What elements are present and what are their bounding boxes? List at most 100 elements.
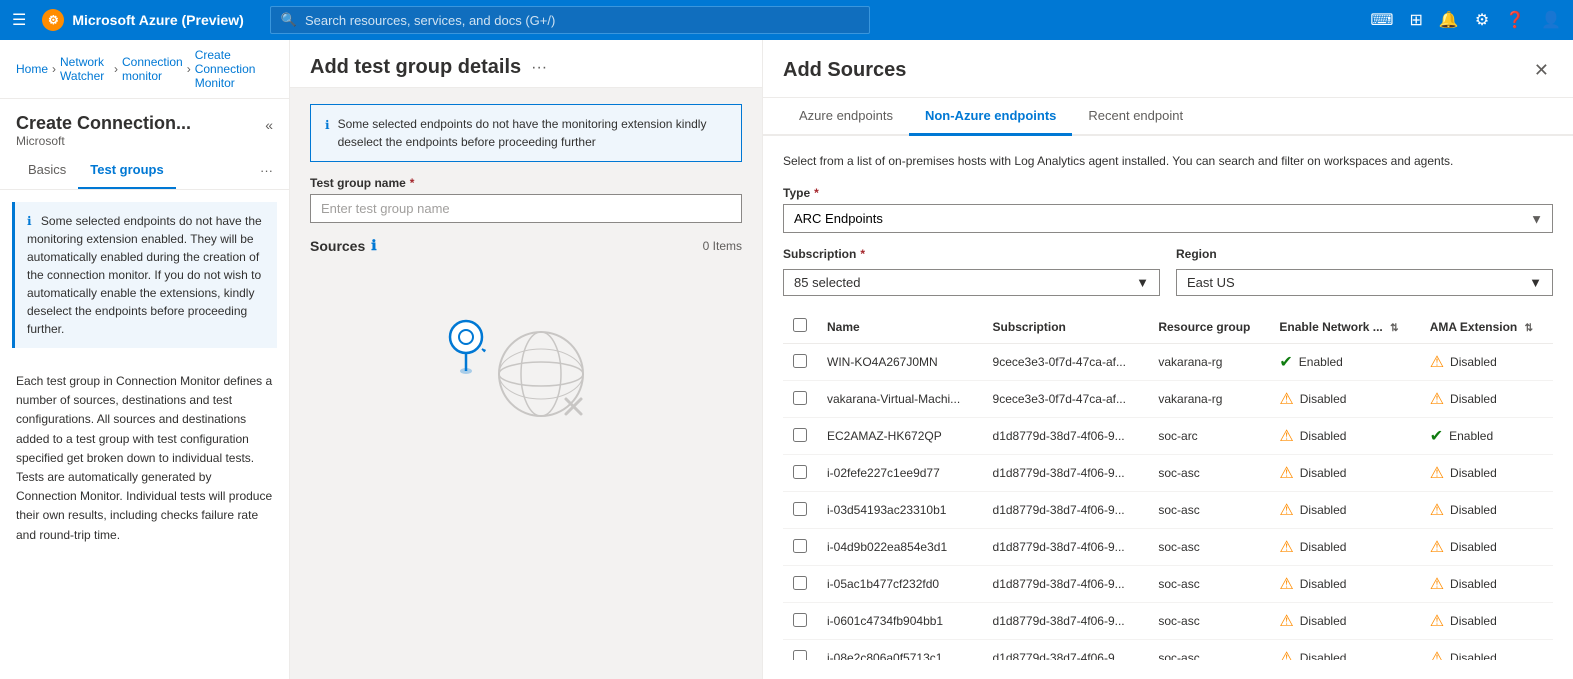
sidebar-title: Create Connection... bbox=[16, 113, 191, 134]
tab-recent-endpoint[interactable]: Recent endpoint bbox=[1072, 98, 1199, 136]
row-checkbox-cell bbox=[783, 344, 817, 381]
center-header: Add test group details ··· bbox=[290, 40, 762, 88]
help-icon[interactable]: ❓ bbox=[1505, 10, 1525, 30]
row-checkbox-cell bbox=[783, 418, 817, 455]
tab-basics[interactable]: Basics bbox=[16, 152, 78, 189]
test-group-input[interactable] bbox=[310, 194, 742, 223]
sidebar-description: Each test group in Connection Monitor de… bbox=[0, 360, 289, 557]
enable-network-sort[interactable]: ⇅ bbox=[1390, 323, 1398, 334]
add-sources-panel: Add Sources ✕ Azure endpoints Non-Azure … bbox=[763, 40, 1573, 679]
subscription-select[interactable]: 85 selected ▼ bbox=[783, 269, 1160, 296]
test-group-name-field: Test group name * bbox=[310, 176, 742, 223]
center-content: ℹ Some selected endpoints do not have th… bbox=[290, 88, 762, 679]
row-ama: ⚠ Disabled bbox=[1420, 529, 1553, 566]
app-body: Home › Network Watcher › Connection moni… bbox=[0, 40, 1573, 679]
center-more-icon[interactable]: ··· bbox=[531, 59, 547, 77]
breadcrumb-connection-monitor[interactable]: Connection monitor bbox=[122, 55, 183, 83]
row-ama: ⚠ Disabled bbox=[1420, 344, 1553, 381]
location-pin-icon bbox=[446, 319, 486, 374]
row-ama: ⚠ Disabled bbox=[1420, 640, 1553, 661]
row-name: i-02fefe227c1ee9d77 bbox=[817, 455, 983, 492]
table-row: i-05ac1b477cf232fd0 d1d8779d-38d7-4f06-9… bbox=[783, 566, 1553, 603]
region-select[interactable]: East US ▼ bbox=[1176, 269, 1553, 296]
ama-check-icon: ✔ bbox=[1430, 426, 1443, 446]
panel-header: Add Sources ✕ bbox=[763, 40, 1573, 98]
row-resource-group: soc-asc bbox=[1148, 640, 1269, 661]
row-name: vakarana-Virtual-Machi... bbox=[817, 381, 983, 418]
enable-warn-icon: ⚠ bbox=[1279, 463, 1293, 483]
endpoints-table: Name Subscription Resource group Enable … bbox=[783, 310, 1553, 660]
row-name: EC2AMAZ-HK672QP bbox=[817, 418, 983, 455]
cloud-shell-icon[interactable]: ⌨ bbox=[1370, 10, 1393, 30]
collapse-icon[interactable]: « bbox=[265, 117, 273, 133]
row-checkbox[interactable] bbox=[793, 576, 807, 590]
center-title: Add test group details bbox=[310, 56, 521, 79]
panel-title: Add Sources bbox=[783, 59, 906, 82]
row-checkbox-cell bbox=[783, 603, 817, 640]
search-placeholder: Search resources, services, and docs (G+… bbox=[305, 13, 555, 28]
row-resource-group: soc-asc bbox=[1148, 529, 1269, 566]
row-checkbox[interactable] bbox=[793, 428, 807, 442]
row-checkbox[interactable] bbox=[793, 650, 807, 661]
type-select[interactable]: ARC Endpoints bbox=[783, 204, 1553, 233]
row-checkbox[interactable] bbox=[793, 539, 807, 553]
row-checkbox[interactable] bbox=[793, 391, 807, 405]
row-ama: ⚠ Disabled bbox=[1420, 492, 1553, 529]
panel-body: Select from a list of on-premises hosts … bbox=[763, 136, 1573, 679]
settings-icon[interactable]: ⚙ bbox=[1475, 10, 1489, 30]
type-select-wrapper: ARC Endpoints ▼ bbox=[783, 204, 1553, 233]
row-checkbox-cell bbox=[783, 529, 817, 566]
breadcrumb-home[interactable]: Home bbox=[16, 62, 48, 76]
row-subscription: 9cece3e3-0f7d-47ca-af... bbox=[983, 381, 1149, 418]
sidebar-subtitle: Microsoft bbox=[16, 134, 191, 148]
tab-non-azure-endpoints[interactable]: Non-Azure endpoints bbox=[909, 98, 1072, 136]
sidebar-nav-tabs: Basics Test groups ··· bbox=[0, 152, 289, 190]
row-subscription: d1d8779d-38d7-4f06-9... bbox=[983, 529, 1149, 566]
col-ama-extension: AMA Extension ⇅ bbox=[1420, 310, 1553, 344]
select-all-header bbox=[783, 310, 817, 344]
row-resource-group: soc-asc bbox=[1148, 603, 1269, 640]
row-resource-group: vakarana-rg bbox=[1148, 381, 1269, 418]
sidebar-header: Create Connection... Microsoft « bbox=[0, 99, 289, 152]
sources-empty-state bbox=[310, 264, 742, 474]
row-checkbox[interactable] bbox=[793, 613, 807, 627]
row-name: i-03d54193ac23310b1 bbox=[817, 492, 983, 529]
notifications-icon[interactable]: 🔔 bbox=[1439, 10, 1459, 30]
row-checkbox[interactable] bbox=[793, 465, 807, 479]
sources-title: Sources ℹ bbox=[310, 237, 377, 254]
row-subscription: d1d8779d-38d7-4f06-9... bbox=[983, 566, 1149, 603]
user-icon[interactable]: 👤 bbox=[1541, 10, 1561, 30]
row-ama: ⚠ Disabled bbox=[1420, 381, 1553, 418]
table-body: WIN-KO4A267J0MN 9cece3e3-0f7d-47ca-af...… bbox=[783, 344, 1553, 661]
subscription-value: 85 selected bbox=[794, 275, 861, 290]
search-bar[interactable]: 🔍 Search resources, services, and docs (… bbox=[270, 6, 870, 34]
row-resource-group: soc-arc bbox=[1148, 418, 1269, 455]
sources-info-icon[interactable]: ℹ bbox=[371, 237, 376, 254]
more-options-icon[interactable]: ··· bbox=[260, 152, 273, 189]
row-enable-network: ⚠ Disabled bbox=[1269, 492, 1419, 529]
endpoints-table-wrapper: Name Subscription Resource group Enable … bbox=[783, 310, 1553, 660]
menu-icon[interactable]: ☰ bbox=[12, 10, 26, 30]
row-enable-network: ⚠ Disabled bbox=[1269, 566, 1419, 603]
row-checkbox[interactable] bbox=[793, 502, 807, 516]
row-checkbox[interactable] bbox=[793, 354, 807, 368]
breadcrumb-network-watcher[interactable]: Network Watcher bbox=[60, 55, 110, 83]
ama-extension-sort[interactable]: ⇅ bbox=[1525, 323, 1533, 334]
breadcrumb-create[interactable]: Create Connection Monitor bbox=[195, 48, 273, 90]
type-label: Type * bbox=[783, 186, 1553, 200]
row-enable-network: ⚠ Disabled bbox=[1269, 455, 1419, 492]
app-title: Microsoft Azure (Preview) bbox=[72, 12, 243, 28]
panel-tabs: Azure endpoints Non-Azure endpoints Rece… bbox=[763, 98, 1573, 136]
select-all-checkbox[interactable] bbox=[793, 318, 807, 332]
table-row: vakarana-Virtual-Machi... 9cece3e3-0f7d-… bbox=[783, 381, 1553, 418]
tab-azure-endpoints[interactable]: Azure endpoints bbox=[783, 98, 909, 136]
tab-test-groups[interactable]: Test groups bbox=[78, 152, 175, 189]
region-value: East US bbox=[1187, 275, 1235, 290]
row-checkbox-cell bbox=[783, 381, 817, 418]
portal-icon[interactable]: ⊞ bbox=[1409, 10, 1422, 30]
alert-text: Some selected endpoints do not have the … bbox=[338, 115, 727, 151]
close-button[interactable]: ✕ bbox=[1530, 56, 1553, 85]
topbar-icons: ⌨ ⊞ 🔔 ⚙ ❓ 👤 bbox=[1370, 10, 1561, 30]
region-group: Region East US ▼ bbox=[1176, 247, 1553, 296]
enable-warn-icon: ⚠ bbox=[1279, 426, 1293, 446]
